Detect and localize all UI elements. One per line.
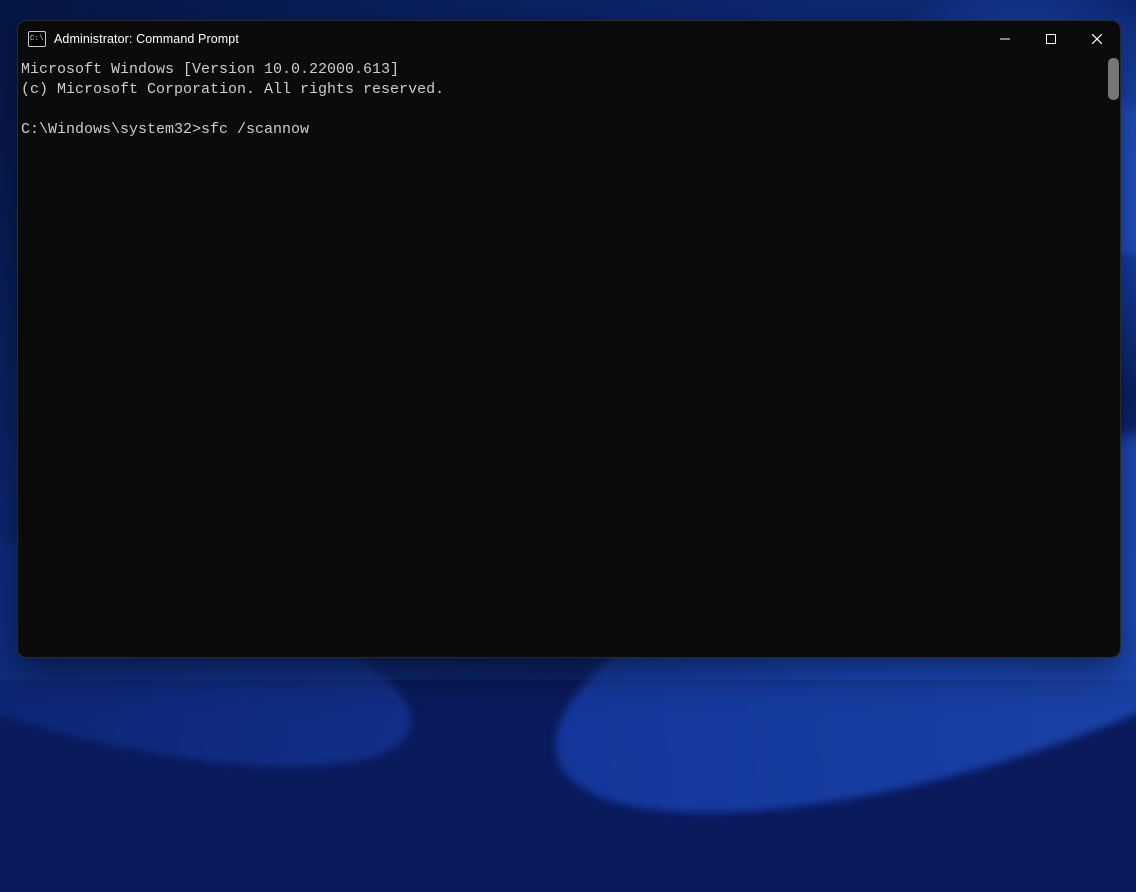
terminal-line: Microsoft Windows [Version 10.0.22000.61… bbox=[21, 61, 399, 78]
minimize-icon bbox=[1000, 34, 1010, 44]
scrollbar-track[interactable] bbox=[1108, 58, 1119, 655]
window-title: Administrator: Command Prompt bbox=[54, 32, 239, 46]
cmd-icon: C:\ bbox=[28, 31, 46, 47]
command-prompt-window: C:\ Administrator: Command Prompt Micros… bbox=[17, 20, 1121, 658]
terminal-output[interactable]: Microsoft Windows [Version 10.0.22000.61… bbox=[18, 56, 1120, 657]
minimize-button[interactable] bbox=[982, 21, 1028, 56]
maximize-button[interactable] bbox=[1028, 21, 1074, 56]
terminal-command: sfc /scannow bbox=[201, 121, 309, 138]
close-button[interactable] bbox=[1074, 21, 1120, 56]
terminal-line: (c) Microsoft Corporation. All rights re… bbox=[21, 81, 444, 98]
titlebar[interactable]: C:\ Administrator: Command Prompt bbox=[18, 21, 1120, 56]
terminal-prompt: C:\Windows\system32> bbox=[21, 121, 201, 138]
maximize-icon bbox=[1046, 34, 1056, 44]
scrollbar-thumb[interactable] bbox=[1108, 58, 1119, 100]
terminal-area[interactable]: Microsoft Windows [Version 10.0.22000.61… bbox=[18, 56, 1120, 657]
close-icon bbox=[1092, 34, 1102, 44]
